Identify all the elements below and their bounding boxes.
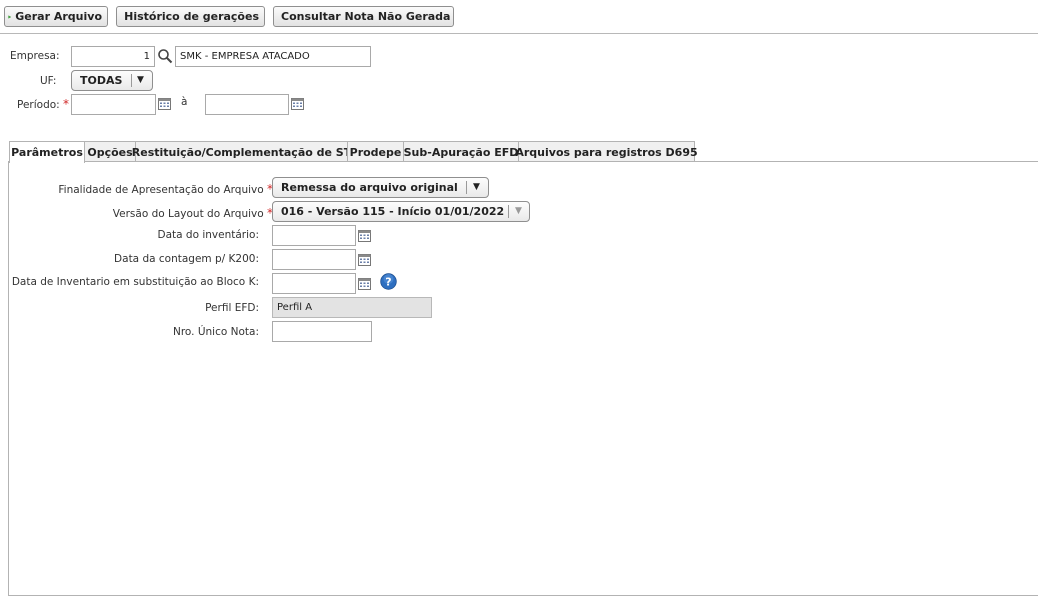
uf-label: UF: (40, 75, 57, 87)
versao-label: Versão do Layout do Arquivo * (112, 206, 273, 220)
periodo-separator: à (181, 96, 188, 108)
finalidade-select-value: Remessa do arquivo original (281, 181, 458, 194)
versao-select-value: 016 - Versão 115 - Início 01/01/2022 (281, 205, 505, 218)
chevron-down-icon: ▼ (515, 206, 522, 216)
generate-file-label: Gerar Arquivo (15, 10, 102, 23)
history-button[interactable]: Histórico de gerações (116, 6, 265, 27)
finalidade-label: Finalidade de Apresentação do Arquivo * (58, 182, 273, 196)
history-label: Histórico de gerações (124, 10, 259, 23)
inventario-label: Data do inventário: (157, 229, 259, 241)
nro-unico-label: Nro. Único Nota: (172, 326, 259, 338)
uf-select[interactable]: TODAS ▼ (71, 70, 153, 91)
consult-note-label: Consultar Nota Não Gerada (281, 10, 451, 23)
contagem-date-input[interactable] (272, 249, 356, 270)
empresa-search-icon[interactable] (157, 48, 173, 64)
perfil-label: Perfil EFD: (205, 302, 259, 314)
tab-prodepe[interactable]: Prodepe (347, 141, 404, 162)
tab-sub-apuracao[interactable]: Sub-Apuração EFD (403, 141, 519, 162)
calendar-icon[interactable] (358, 278, 371, 290)
periodo-label: Período: * (17, 97, 70, 111)
inventario-date-input[interactable] (272, 225, 356, 246)
calendar-icon[interactable] (158, 98, 171, 110)
perfil-efd-field: Perfil A (272, 297, 432, 318)
versao-select[interactable]: 016 - Versão 115 - Início 01/01/2022 ▼ (272, 201, 530, 222)
svg-text:?: ? (385, 276, 391, 289)
bloco-k-date-input[interactable] (272, 273, 356, 294)
help-icon[interactable]: ? (380, 273, 397, 290)
nro-unico-input[interactable] (272, 321, 372, 342)
uf-select-value: TODAS (80, 74, 123, 87)
tab-arquivos-d695[interactable]: Arquivos para registros D695 (515, 141, 698, 162)
tab-panel (8, 161, 1038, 596)
tab-opcoes[interactable]: Opções (84, 141, 136, 162)
empresa-code-input[interactable]: 1 (71, 46, 155, 67)
chevron-down-icon: ▼ (137, 75, 144, 85)
empresa-name-field: SMK - EMPRESA ATACADO (175, 46, 371, 67)
finalidade-select[interactable]: Remessa do arquivo original ▼ (272, 177, 489, 198)
generate-file-button[interactable]: Gerar Arquivo (4, 6, 108, 27)
periodo-end-input[interactable] (205, 94, 289, 115)
calendar-icon[interactable] (358, 230, 371, 242)
periodo-start-input[interactable] (71, 94, 156, 115)
tab-parametros[interactable]: Parâmetros (9, 141, 85, 163)
calendar-icon[interactable] (291, 98, 304, 110)
tab-restituicao[interactable]: Restituição/Complementação de ST (132, 141, 351, 162)
play-icon (8, 14, 12, 19)
empresa-label: Empresa: (10, 50, 60, 62)
consult-note-button[interactable]: Consultar Nota Não Gerada (273, 6, 454, 27)
bloco-k-label: Data de Inventario em substituição ao Bl… (11, 276, 259, 288)
calendar-icon[interactable] (358, 254, 371, 266)
toolbar-divider (0, 33, 1038, 34)
chevron-down-icon: ▼ (473, 182, 480, 192)
contagem-label: Data da contagem p/ K200: (114, 253, 259, 265)
